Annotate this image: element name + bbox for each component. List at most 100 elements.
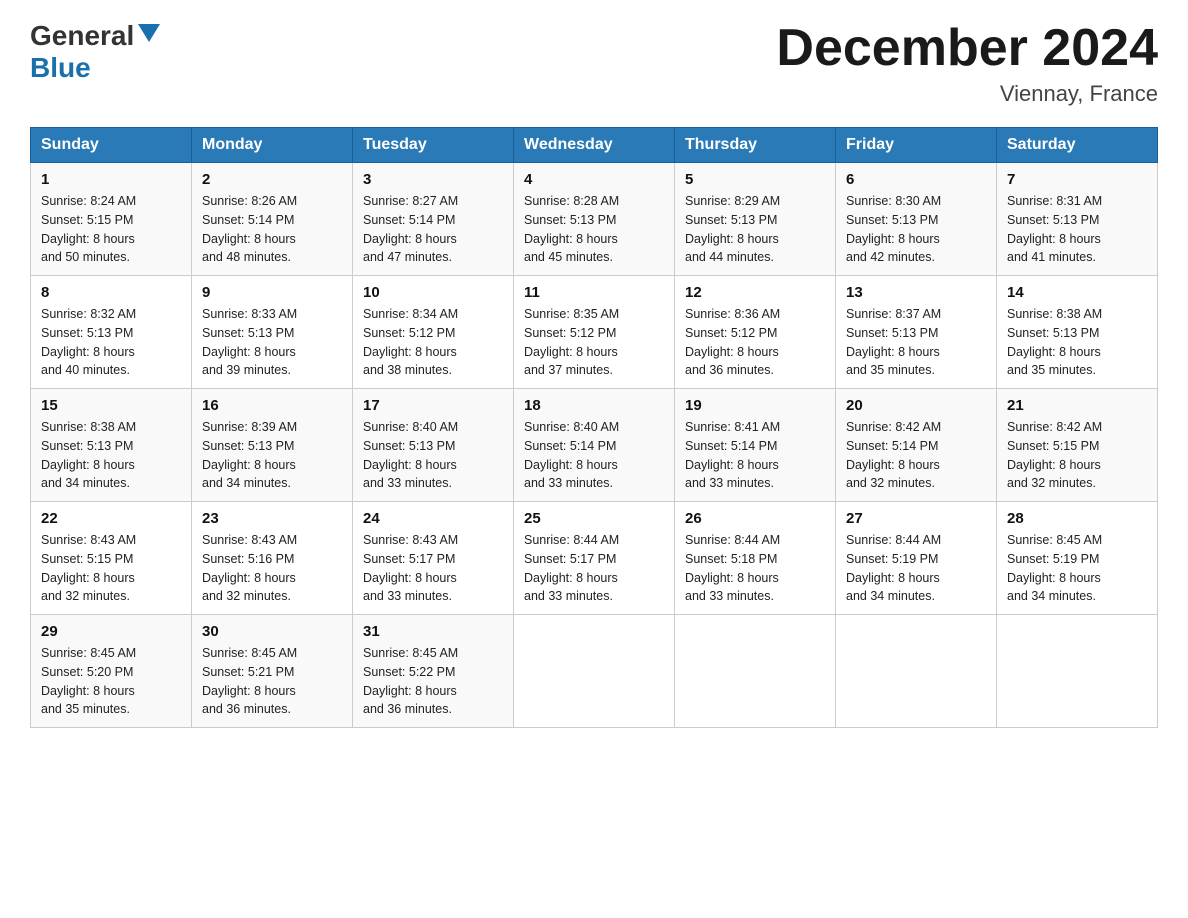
day-info: Sunrise: 8:39 AMSunset: 5:13 PMDaylight:… [202,420,297,490]
day-info: Sunrise: 8:45 AMSunset: 5:21 PMDaylight:… [202,646,297,716]
day-number: 26 [685,510,825,527]
day-info: Sunrise: 8:34 AMSunset: 5:12 PMDaylight:… [363,307,458,377]
day-number: 27 [846,510,986,527]
calendar-cell: 1 Sunrise: 8:24 AMSunset: 5:15 PMDayligh… [31,163,192,276]
calendar-cell: 4 Sunrise: 8:28 AMSunset: 5:13 PMDayligh… [514,163,675,276]
day-info: Sunrise: 8:44 AMSunset: 5:17 PMDaylight:… [524,533,619,603]
calendar-cell: 20 Sunrise: 8:42 AMSunset: 5:14 PMDaylig… [836,389,997,502]
day-number: 25 [524,510,664,527]
calendar-cell: 14 Sunrise: 8:38 AMSunset: 5:13 PMDaylig… [997,276,1158,389]
day-number: 10 [363,284,503,301]
calendar-cell: 15 Sunrise: 8:38 AMSunset: 5:13 PMDaylig… [31,389,192,502]
day-info: Sunrise: 8:36 AMSunset: 5:12 PMDaylight:… [685,307,780,377]
day-info: Sunrise: 8:45 AMSunset: 5:22 PMDaylight:… [363,646,458,716]
calendar-week-4: 22 Sunrise: 8:43 AMSunset: 5:15 PMDaylig… [31,502,1158,615]
day-number: 8 [41,284,181,301]
calendar-cell: 29 Sunrise: 8:45 AMSunset: 5:20 PMDaylig… [31,615,192,728]
calendar-cell: 17 Sunrise: 8:40 AMSunset: 5:13 PMDaylig… [353,389,514,502]
col-wednesday: Wednesday [514,128,675,163]
day-number: 23 [202,510,342,527]
calendar-cell: 22 Sunrise: 8:43 AMSunset: 5:15 PMDaylig… [31,502,192,615]
day-info: Sunrise: 8:42 AMSunset: 5:14 PMDaylight:… [846,420,941,490]
day-info: Sunrise: 8:27 AMSunset: 5:14 PMDaylight:… [363,194,458,264]
day-info: Sunrise: 8:35 AMSunset: 5:12 PMDaylight:… [524,307,619,377]
day-number: 17 [363,397,503,414]
day-info: Sunrise: 8:28 AMSunset: 5:13 PMDaylight:… [524,194,619,264]
logo: General Blue [30,20,160,84]
day-info: Sunrise: 8:29 AMSunset: 5:13 PMDaylight:… [685,194,780,264]
col-thursday: Thursday [675,128,836,163]
day-number: 24 [363,510,503,527]
day-info: Sunrise: 8:43 AMSunset: 5:15 PMDaylight:… [41,533,136,603]
day-info: Sunrise: 8:32 AMSunset: 5:13 PMDaylight:… [41,307,136,377]
month-title: December 2024 [776,20,1158,77]
day-info: Sunrise: 8:31 AMSunset: 5:13 PMDaylight:… [1007,194,1102,264]
day-number: 29 [41,623,181,640]
day-number: 28 [1007,510,1147,527]
calendar-cell: 18 Sunrise: 8:40 AMSunset: 5:14 PMDaylig… [514,389,675,502]
day-number: 20 [846,397,986,414]
day-info: Sunrise: 8:38 AMSunset: 5:13 PMDaylight:… [41,420,136,490]
day-info: Sunrise: 8:30 AMSunset: 5:13 PMDaylight:… [846,194,941,264]
calendar-cell: 25 Sunrise: 8:44 AMSunset: 5:17 PMDaylig… [514,502,675,615]
calendar-body: 1 Sunrise: 8:24 AMSunset: 5:15 PMDayligh… [31,163,1158,728]
calendar-cell [514,615,675,728]
calendar-cell: 7 Sunrise: 8:31 AMSunset: 5:13 PMDayligh… [997,163,1158,276]
calendar-cell: 30 Sunrise: 8:45 AMSunset: 5:21 PMDaylig… [192,615,353,728]
title-block: December 2024 Viennay, France [776,20,1158,107]
day-number: 6 [846,171,986,188]
day-number: 13 [846,284,986,301]
calendar-cell: 21 Sunrise: 8:42 AMSunset: 5:15 PMDaylig… [997,389,1158,502]
calendar-cell: 2 Sunrise: 8:26 AMSunset: 5:14 PMDayligh… [192,163,353,276]
calendar-cell [836,615,997,728]
day-number: 4 [524,171,664,188]
day-info: Sunrise: 8:45 AMSunset: 5:20 PMDaylight:… [41,646,136,716]
calendar-cell: 6 Sunrise: 8:30 AMSunset: 5:13 PMDayligh… [836,163,997,276]
day-info: Sunrise: 8:41 AMSunset: 5:14 PMDaylight:… [685,420,780,490]
calendar-cell: 13 Sunrise: 8:37 AMSunset: 5:13 PMDaylig… [836,276,997,389]
col-tuesday: Tuesday [353,128,514,163]
day-info: Sunrise: 8:45 AMSunset: 5:19 PMDaylight:… [1007,533,1102,603]
day-number: 16 [202,397,342,414]
day-number: 15 [41,397,181,414]
day-info: Sunrise: 8:40 AMSunset: 5:14 PMDaylight:… [524,420,619,490]
location: Viennay, France [776,81,1158,107]
day-number: 3 [363,171,503,188]
calendar-cell: 19 Sunrise: 8:41 AMSunset: 5:14 PMDaylig… [675,389,836,502]
day-number: 5 [685,171,825,188]
calendar-table: Sunday Monday Tuesday Wednesday Thursday… [30,127,1158,728]
day-info: Sunrise: 8:44 AMSunset: 5:18 PMDaylight:… [685,533,780,603]
day-number: 14 [1007,284,1147,301]
calendar-header: Sunday Monday Tuesday Wednesday Thursday… [31,128,1158,163]
calendar-cell: 16 Sunrise: 8:39 AMSunset: 5:13 PMDaylig… [192,389,353,502]
calendar-cell: 26 Sunrise: 8:44 AMSunset: 5:18 PMDaylig… [675,502,836,615]
day-number: 21 [1007,397,1147,414]
calendar-cell: 10 Sunrise: 8:34 AMSunset: 5:12 PMDaylig… [353,276,514,389]
day-info: Sunrise: 8:43 AMSunset: 5:17 PMDaylight:… [363,533,458,603]
col-saturday: Saturday [997,128,1158,163]
calendar-cell: 28 Sunrise: 8:45 AMSunset: 5:19 PMDaylig… [997,502,1158,615]
logo-blue: Blue [30,52,91,83]
day-number: 2 [202,171,342,188]
day-number: 12 [685,284,825,301]
day-number: 7 [1007,171,1147,188]
calendar-cell [997,615,1158,728]
calendar-cell: 11 Sunrise: 8:35 AMSunset: 5:12 PMDaylig… [514,276,675,389]
calendar-cell: 31 Sunrise: 8:45 AMSunset: 5:22 PMDaylig… [353,615,514,728]
header-row: Sunday Monday Tuesday Wednesday Thursday… [31,128,1158,163]
day-info: Sunrise: 8:42 AMSunset: 5:15 PMDaylight:… [1007,420,1102,490]
day-number: 9 [202,284,342,301]
calendar-cell: 12 Sunrise: 8:36 AMSunset: 5:12 PMDaylig… [675,276,836,389]
day-number: 19 [685,397,825,414]
calendar-cell: 8 Sunrise: 8:32 AMSunset: 5:13 PMDayligh… [31,276,192,389]
day-info: Sunrise: 8:26 AMSunset: 5:14 PMDaylight:… [202,194,297,264]
calendar-week-5: 29 Sunrise: 8:45 AMSunset: 5:20 PMDaylig… [31,615,1158,728]
calendar-cell: 27 Sunrise: 8:44 AMSunset: 5:19 PMDaylig… [836,502,997,615]
calendar-cell: 24 Sunrise: 8:43 AMSunset: 5:17 PMDaylig… [353,502,514,615]
calendar-cell: 3 Sunrise: 8:27 AMSunset: 5:14 PMDayligh… [353,163,514,276]
day-info: Sunrise: 8:24 AMSunset: 5:15 PMDaylight:… [41,194,136,264]
calendar-week-3: 15 Sunrise: 8:38 AMSunset: 5:13 PMDaylig… [31,389,1158,502]
col-friday: Friday [836,128,997,163]
calendar-cell: 9 Sunrise: 8:33 AMSunset: 5:13 PMDayligh… [192,276,353,389]
day-info: Sunrise: 8:38 AMSunset: 5:13 PMDaylight:… [1007,307,1102,377]
